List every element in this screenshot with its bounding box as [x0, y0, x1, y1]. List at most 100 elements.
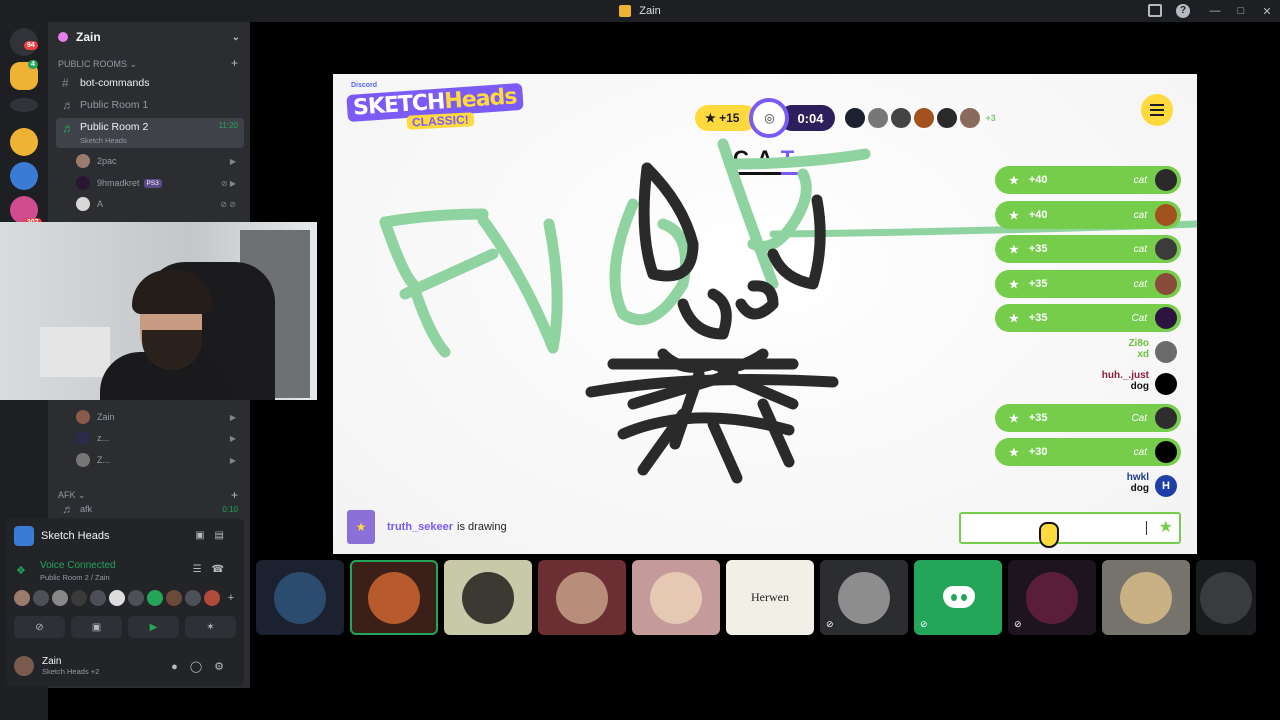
participant-tile[interactable]	[1102, 560, 1190, 635]
avatar[interactable]	[71, 590, 87, 606]
channel-timer: 11:20	[218, 121, 238, 130]
activity-button[interactable]: ▶	[128, 616, 179, 638]
correct-guess: ★ +35 cat	[995, 235, 1181, 263]
guess-word: Cat	[1131, 412, 1147, 424]
avatar[interactable]	[1155, 341, 1177, 363]
close-button[interactable]: ✕	[1254, 5, 1280, 18]
server-icon-3[interactable]	[10, 128, 38, 156]
voice-user-name: Zain	[97, 412, 115, 422]
avatar[interactable]	[1155, 204, 1177, 226]
avatar[interactable]	[1155, 373, 1177, 395]
voice-user-name: z...	[97, 433, 110, 443]
voice-user[interactable]: Z... ▶	[76, 451, 242, 469]
avatar[interactable]	[1155, 238, 1177, 260]
participant-tile[interactable]: Herwen	[726, 560, 814, 635]
help-icon[interactable]: ?	[1176, 4, 1190, 18]
participant-tile[interactable]	[632, 560, 720, 635]
add-channel-icon[interactable]: +	[231, 56, 238, 70]
participant-tile[interactable]	[1196, 560, 1256, 635]
avatar[interactable]	[90, 590, 106, 606]
avatar[interactable]	[1155, 169, 1177, 191]
user-status: Sketch Heads +2	[42, 667, 100, 676]
muted-icon: ⊘ ▶	[220, 178, 236, 188]
inbox-icon[interactable]	[1148, 4, 1162, 17]
avatar[interactable]	[185, 590, 201, 606]
drawing-status: ★ truth_sekeer is drawing	[347, 510, 507, 544]
avatar[interactable]	[33, 590, 49, 606]
guess-word: cat	[1133, 446, 1147, 458]
avatar[interactable]	[1155, 407, 1177, 429]
voice-user[interactable]: A ⊘ ⊘	[76, 195, 242, 213]
participant-tile[interactable]: ⊘	[914, 560, 1002, 635]
speaker-icon: ♬	[62, 121, 74, 135]
avatar[interactable]	[109, 590, 125, 606]
avatar[interactable]	[166, 590, 182, 606]
nitro-tag: PS3	[143, 178, 162, 188]
channel-afk[interactable]: ♬ afk 0:10	[56, 504, 244, 514]
mic-headphones-settings-icons[interactable]: ●◯⚙	[171, 660, 236, 673]
server-icon-arabic[interactable]	[10, 98, 38, 112]
avatar[interactable]	[52, 590, 68, 606]
star-submit-icon[interactable]: ★	[1159, 517, 1173, 537]
guess-word: Cat	[1131, 312, 1147, 324]
correct-guess: ★ +40 cat	[995, 201, 1181, 229]
correct-guess: ★ +40 cat	[995, 166, 1181, 194]
muted-icon: ⊘	[920, 619, 928, 629]
signal-icon: ❖	[16, 565, 26, 577]
server-icon-4[interactable]	[10, 162, 38, 190]
username: Zain	[42, 656, 62, 667]
maximize-button[interactable]: □	[1228, 5, 1254, 17]
avatar[interactable]	[14, 590, 30, 606]
add-channel-icon[interactable]: +	[231, 488, 238, 502]
drawing-stroke	[707, 418, 743, 484]
avatar[interactable]	[1155, 441, 1177, 463]
guess-points: +35	[1028, 312, 1048, 324]
participant-tile[interactable]	[350, 560, 438, 635]
participant-tile[interactable]	[538, 560, 626, 635]
guess-word: cat	[1133, 278, 1147, 290]
category-public-rooms[interactable]: Public Rooms ⌄	[58, 59, 137, 70]
guess-user: huh._.just	[1101, 370, 1149, 381]
avatar[interactable]: H	[1155, 475, 1177, 497]
voice-actions[interactable]: ☰☎	[193, 564, 234, 575]
drawing-text: is drawing	[457, 521, 507, 533]
avatar[interactable]	[128, 590, 144, 606]
voice-user[interactable]: 2pac ▶	[76, 152, 242, 170]
participant-tile[interactable]	[444, 560, 532, 635]
channel-bot-commands[interactable]: # bot-commands	[56, 73, 244, 93]
avatar[interactable]	[1155, 307, 1177, 329]
star-icon: ★	[1009, 209, 1019, 222]
guess-points: +30	[1028, 446, 1048, 458]
guess-points: +35	[1028, 243, 1048, 255]
channel-activity: Sketch Heads	[80, 136, 127, 145]
star-icon: ★	[1009, 278, 1019, 291]
avatar[interactable]	[204, 590, 220, 606]
channel-public-room-2[interactable]: ♬ Public Room 2 11:20 Sketch Heads	[56, 118, 244, 148]
call-controls: ⊘ ▣ ▶ ✶	[14, 616, 236, 638]
camera-off-button[interactable]: ⊘	[14, 616, 65, 638]
soundboard-button[interactable]: ✶	[185, 616, 236, 638]
category-afk[interactable]: AFK ⌄	[58, 490, 86, 501]
guess-points: +35	[1028, 278, 1048, 290]
window-title: Zain	[639, 5, 661, 17]
participant-tile[interactable]: ⊘	[820, 560, 908, 635]
server-header[interactable]: Zain ⌄	[48, 22, 250, 52]
participant-tile[interactable]	[256, 560, 344, 635]
avatar[interactable]	[1155, 273, 1177, 295]
gamepad-icon: ▶	[229, 455, 236, 465]
voice-user[interactable]: z... ▶	[76, 429, 242, 447]
minimize-button[interactable]: —	[1202, 5, 1228, 17]
activity-title[interactable]: Sketch Heads	[14, 526, 109, 546]
avatar[interactable]	[14, 656, 34, 676]
participant-tile[interactable]: ⊘	[1008, 560, 1096, 635]
channel-public-room-1[interactable]: ♬ Public Room 1	[56, 95, 244, 115]
voice-user[interactable]: Zain ▶	[76, 408, 242, 426]
sketch-heads-game: Discord SKETCHHeads CLASSIC! ★ +15 ◎ 0:0…	[333, 74, 1197, 554]
screen-share-button[interactable]: ▣	[71, 616, 122, 638]
avatar	[76, 176, 90, 190]
avatar[interactable]	[147, 590, 163, 606]
activity-actions[interactable]: ▣▤	[195, 530, 234, 541]
voice-user[interactable]: 9hmadkret PS3 ⊘ ▶	[76, 174, 242, 192]
user-bar[interactable]: Zain Sketch Heads +2 ●◯⚙	[6, 646, 244, 686]
add-member-icon[interactable]: +	[223, 590, 239, 606]
